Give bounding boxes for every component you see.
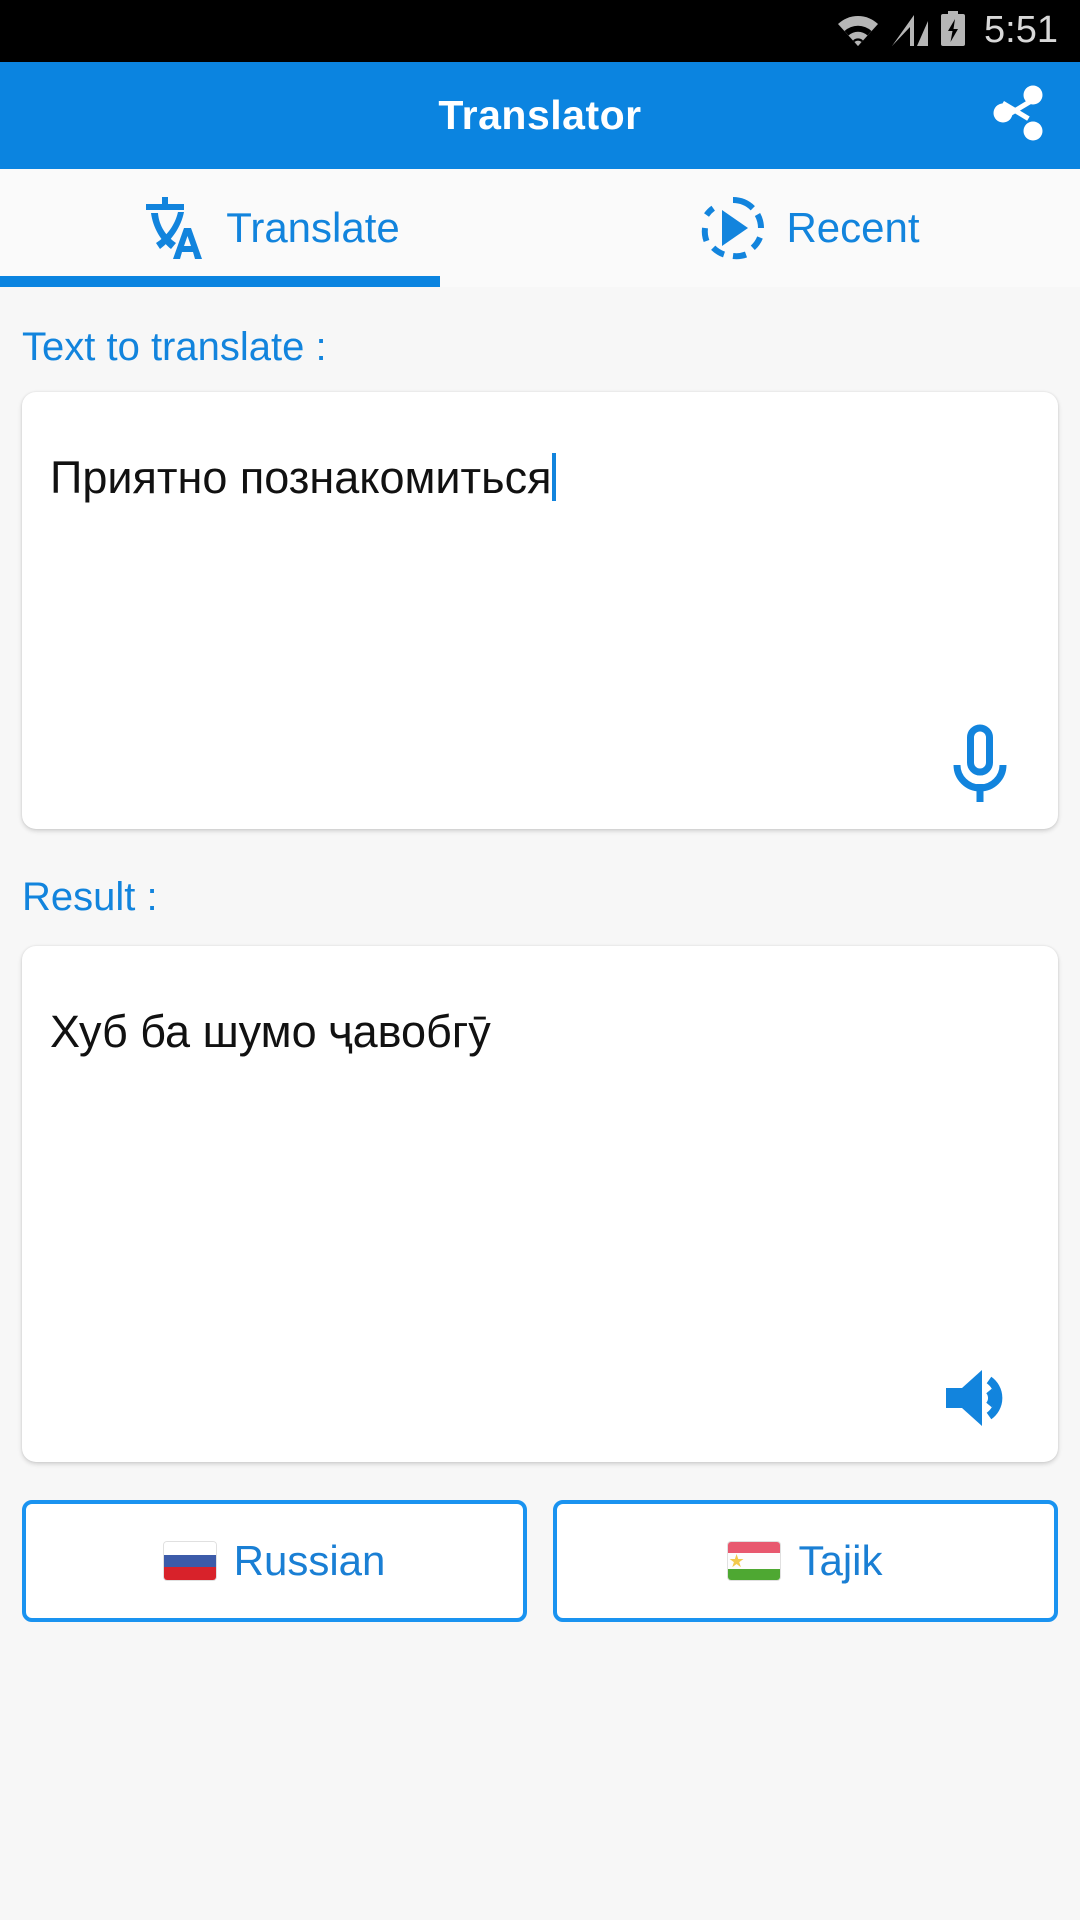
cellular-signal-icon xyxy=(890,13,930,52)
tab-active-indicator xyxy=(0,276,440,287)
share-button[interactable] xyxy=(984,81,1054,151)
microphone-icon xyxy=(945,724,1015,811)
battery-charging-icon xyxy=(940,10,966,52)
text-to-translate-input[interactable]: Приятно познакомиться xyxy=(50,450,1008,506)
source-language-label: Russian xyxy=(233,1537,386,1584)
result-text: Хуб ба шумо ҷавобгӯ xyxy=(50,1006,491,1057)
tajikistan-flag-icon: ★ xyxy=(728,1542,781,1580)
target-language-label: Tajik xyxy=(798,1537,883,1584)
russia-flag-icon xyxy=(163,1542,216,1580)
share-icon xyxy=(992,84,1046,147)
tab-bar: Translate Recent xyxy=(0,169,1080,287)
tab-translate[interactable]: Translate xyxy=(0,169,540,287)
target-language-button[interactable]: ★ Tajik xyxy=(553,1500,1058,1622)
status-bar-time: 5:51 xyxy=(984,9,1058,51)
text-to-translate-card[interactable]: Приятно познакомиться xyxy=(22,392,1058,829)
tab-recent-label: Recent xyxy=(786,204,920,251)
main-content: Text to translate : Приятно познакомитьс… xyxy=(0,287,1080,1622)
app-bar: Translator xyxy=(0,62,1080,169)
source-language-button[interactable]: Russian xyxy=(22,1500,527,1622)
tab-recent[interactable]: Recent xyxy=(540,169,1080,287)
recent-play-icon xyxy=(700,195,766,261)
status-bar-icons xyxy=(836,10,966,52)
status-bar: 5:51 xyxy=(0,0,1080,62)
tab-translate-label: Translate xyxy=(226,204,400,251)
result-section-label: Result : xyxy=(22,875,158,919)
translate-icon xyxy=(140,195,206,261)
language-selector-row: Russian ★ Tajik xyxy=(22,1500,1058,1622)
input-section-label: Text to translate : xyxy=(22,325,327,369)
wifi-icon xyxy=(836,13,880,52)
voice-input-button[interactable] xyxy=(936,723,1024,811)
speaker-icon xyxy=(942,1364,1018,1437)
page-title: Translator xyxy=(438,92,642,138)
text-caret xyxy=(552,453,557,501)
speak-result-button[interactable] xyxy=(936,1356,1024,1444)
result-card[interactable]: Хуб ба шумо ҷавобгӯ xyxy=(22,946,1058,1462)
input-value-text: Приятно познакомиться xyxy=(50,452,552,503)
